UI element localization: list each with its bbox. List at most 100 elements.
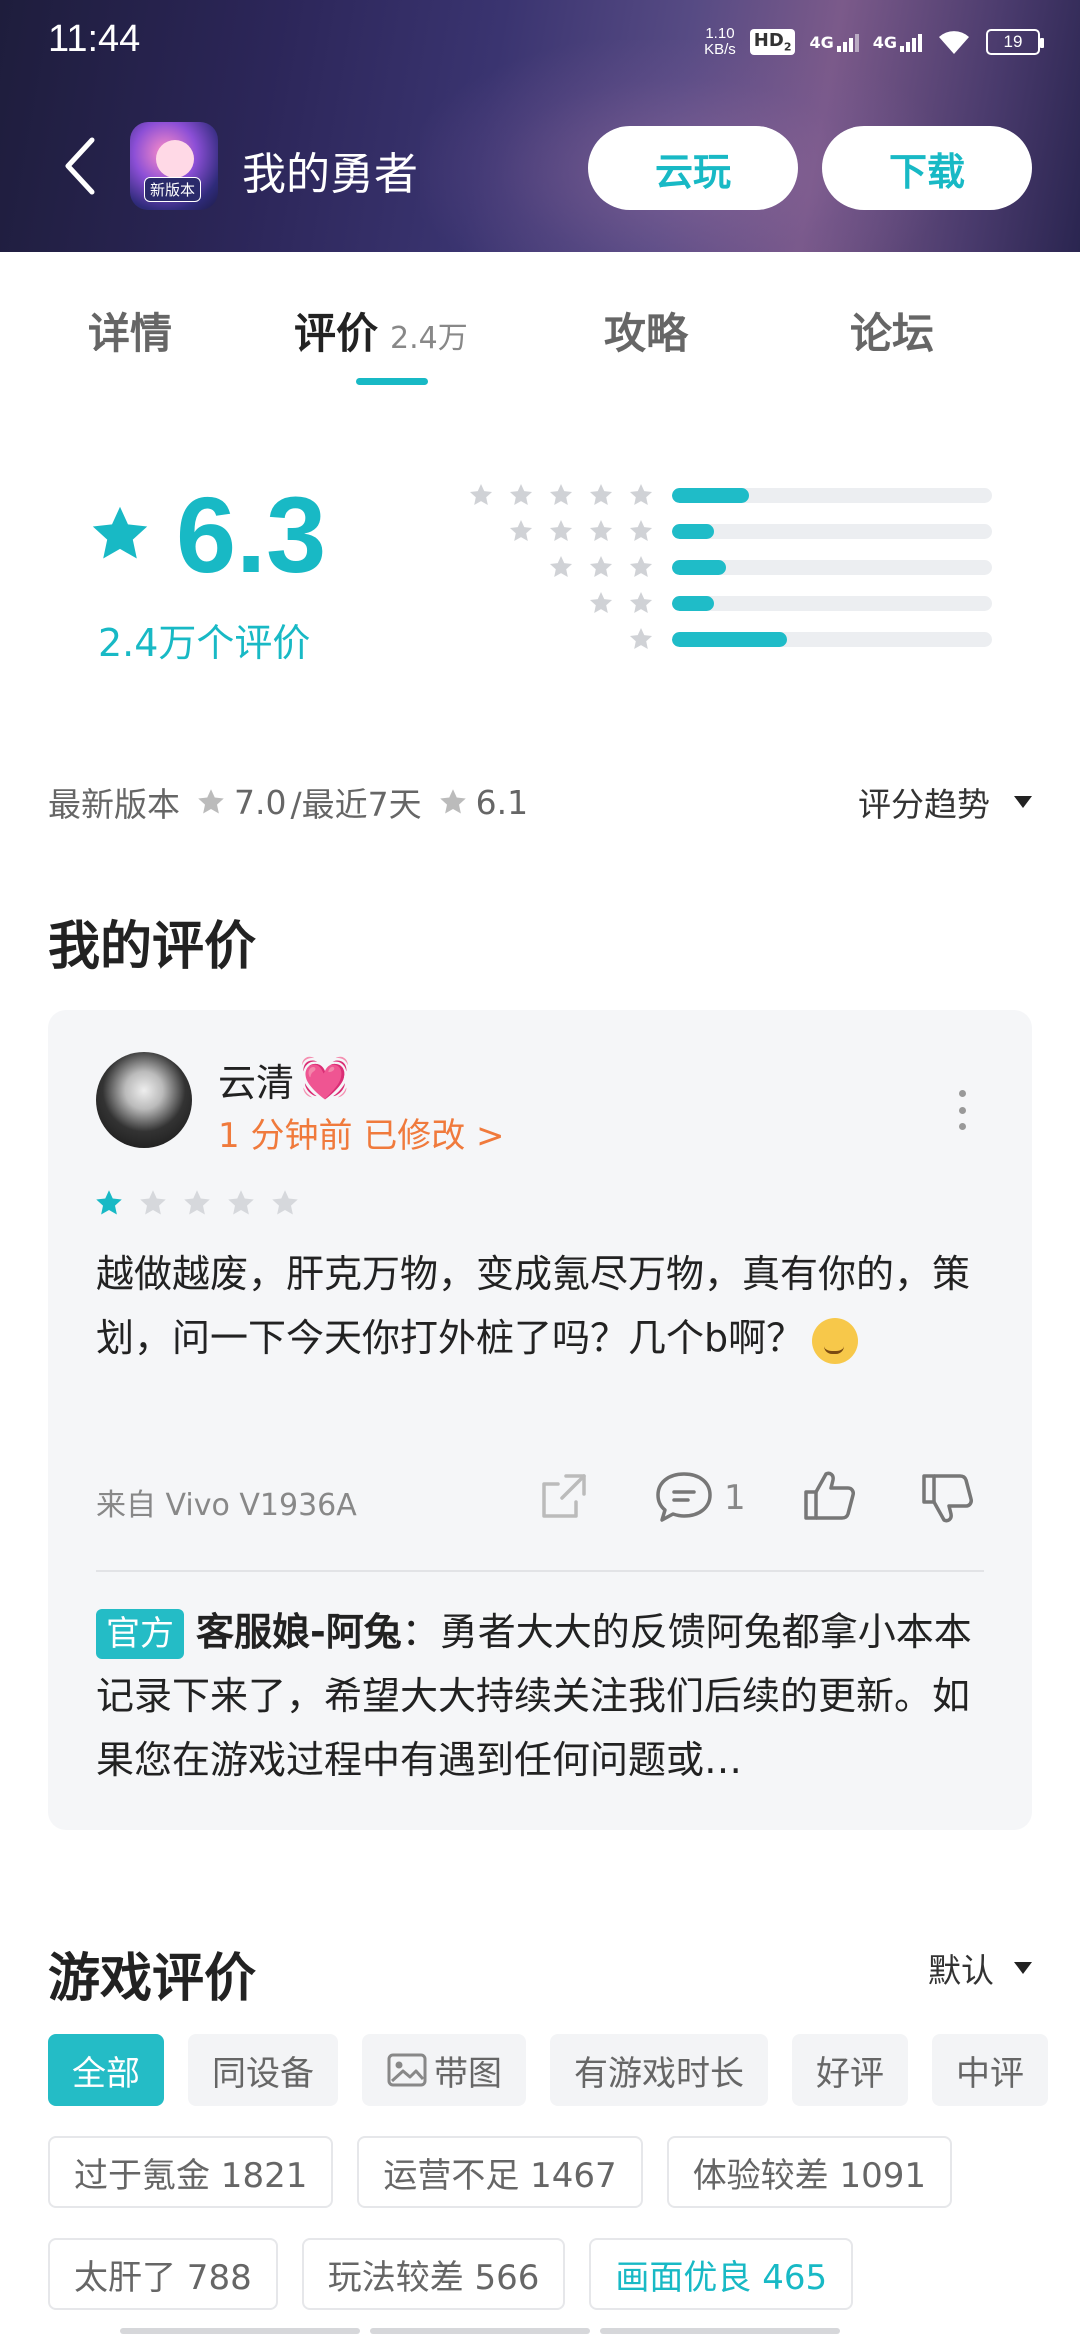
dropdown-triangle-icon	[1014, 796, 1032, 808]
distribution-bar	[672, 560, 992, 575]
star-icon	[549, 555, 573, 577]
more-options-icon[interactable]	[956, 1090, 968, 1130]
distribution-row-1	[454, 624, 994, 654]
user-name[interactable]: 云清	[218, 1052, 294, 1107]
rating-count: 2.4万个评价	[98, 621, 311, 665]
star-icon	[509, 483, 533, 505]
avatar[interactable]	[96, 1052, 192, 1148]
card-divider	[96, 1570, 984, 1572]
tab-bar: 详情 评价 2.4万 攻略 论坛	[0, 252, 1080, 402]
filter-chips: 全部 同设备 带图 有游戏时长 好评 中评	[48, 2034, 1048, 2106]
distribution-bar-fill	[672, 632, 788, 647]
cloud-play-button[interactable]: 云玩	[588, 126, 798, 210]
tag-chip[interactable]: 玩法较差 566	[301, 2238, 566, 2310]
filter-positive[interactable]: 好评	[792, 2034, 908, 2106]
version-rating-line: 最新版本 7.0 /最近7天 6.1	[48, 782, 529, 825]
distribution-bar	[672, 488, 992, 503]
distribution-stars	[508, 518, 654, 544]
scroll-indicator	[120, 2328, 960, 2336]
network-speed: 1.10 KB/s	[704, 25, 736, 58]
app-icon: 新版本	[130, 122, 218, 210]
distribution-bar-fill	[672, 488, 749, 503]
distribution-bar-fill	[672, 560, 727, 575]
share-icon[interactable]	[536, 1468, 592, 1524]
star-icon	[629, 627, 653, 649]
distribution-row-3	[454, 552, 994, 582]
star-icon	[629, 519, 653, 541]
status-icons: 1.10 KB/s HD2 4G 4G 19	[704, 20, 1044, 64]
filter-with-image[interactable]: 带图	[362, 2034, 526, 2106]
star-icon	[589, 483, 613, 505]
tag-chip[interactable]: 过于氪金 1821	[48, 2136, 334, 2208]
filter-neutral[interactable]: 中评	[932, 2034, 1048, 2106]
distribution-stars	[588, 590, 654, 616]
rating-trend-dropdown[interactable]: 评分趋势	[858, 778, 1032, 826]
star-icon	[549, 483, 573, 505]
review-text: 越做越废，肝克万物，变成氪尽万物，真有你的，策划，问一下今天你打外桩了吗？几个b…	[96, 1242, 996, 1370]
tag-chip[interactable]: 太肝了 788	[48, 2238, 278, 2310]
tab-forum[interactable]: 论坛	[850, 300, 934, 361]
sort-dropdown[interactable]: 默认	[928, 1944, 1032, 1992]
tag-chip[interactable]: 画面优良 465	[589, 2238, 854, 2310]
star-empty-icon	[140, 1190, 166, 1215]
distribution-row-2	[454, 588, 994, 618]
star-icon	[469, 483, 493, 505]
star-empty-icon	[184, 1190, 210, 1215]
filter-all[interactable]: 全部	[48, 2034, 164, 2106]
tag-chip[interactable]: 体验较差 1091	[666, 2136, 953, 2208]
star-icon	[589, 591, 613, 613]
distribution-bar	[672, 524, 992, 539]
distribution-stars	[468, 482, 654, 508]
star-icon	[198, 789, 224, 814]
distribution-stars	[628, 626, 654, 652]
reply-author: 客服娘-阿兔	[196, 1610, 402, 1654]
distribution-bar-fill	[672, 596, 714, 611]
star-icon	[589, 519, 613, 541]
dropdown-triangle-icon	[1014, 1962, 1032, 1974]
my-review-stars	[94, 1188, 300, 1218]
star-icon	[629, 555, 653, 577]
review-meta[interactable]: 1 分钟前 已修改 >	[218, 1108, 505, 1157]
app-icon-tag: 新版本	[144, 177, 202, 202]
tab-reviews-count: 2.4万	[390, 321, 468, 356]
chevron-left-icon[interactable]	[62, 136, 98, 196]
thumbs-up-icon[interactable]	[800, 1466, 858, 1524]
game-reviews-title: 游戏评价	[48, 1949, 257, 2009]
star-filled-icon	[96, 1190, 122, 1215]
tag-chip[interactable]: 运营不足 1467	[357, 2136, 643, 2208]
latest-version-score: 7.0	[234, 782, 287, 822]
my-review-card[interactable]: 云清 💓 1 分钟前 已修改 > 越做越废，肝克万物，变成氪尽万物，真有你的，策…	[48, 1010, 1032, 1830]
status-bar: 11:44 1.10 KB/s HD2 4G 4G 19	[0, 0, 1080, 84]
distribution-bar	[672, 596, 992, 611]
smirk-emoji-icon	[812, 1317, 859, 1364]
tag-chips-row-2: 太肝了 788 玩法较差 566 画面优良 465	[48, 2238, 854, 2310]
comment-count: 1	[724, 1478, 746, 1518]
star-icon	[549, 519, 573, 541]
app-title: 我的勇者	[242, 149, 418, 200]
filter-same-device[interactable]: 同设备	[188, 2034, 338, 2106]
status-time: 11:44	[48, 18, 141, 60]
app-icon-character	[156, 140, 194, 178]
tab-reviews[interactable]: 评价 2.4万	[294, 300, 468, 361]
comment-icon[interactable]	[654, 1468, 714, 1524]
distribution-row-4	[454, 516, 994, 546]
distribution-row-5	[454, 480, 994, 510]
heart-emoji: 💓	[300, 1055, 350, 1101]
signal-icon-2: 4G	[873, 33, 922, 52]
tab-details[interactable]: 详情	[88, 300, 172, 361]
download-button[interactable]: 下载	[822, 126, 1032, 210]
official-reply[interactable]: 官方 客服娘-阿兔：勇者大大的反馈阿兔都拿小本本记录下来了，希望大大持续关注我们后…	[96, 1600, 996, 1792]
my-review-title: 我的评价	[48, 917, 257, 977]
tab-active-indicator	[356, 378, 428, 385]
tag-chips-row-1: 过于氪金 1821 运营不足 1467 体验较差 1091	[48, 2136, 953, 2208]
tab-guides[interactable]: 攻略	[604, 300, 688, 361]
hd-icon: HD2	[749, 29, 796, 55]
app-header: 11:44 1.10 KB/s HD2 4G 4G 19 新版本 我的勇者 云玩…	[0, 0, 1080, 252]
battery-icon: 19	[986, 29, 1044, 55]
thumbs-down-icon[interactable]	[918, 1470, 976, 1528]
star-icon	[439, 789, 466, 814]
official-tag: 官方	[96, 1609, 184, 1659]
star-icon	[589, 555, 613, 577]
filter-playtime[interactable]: 有游戏时长	[550, 2034, 768, 2106]
rating-score: 6.3	[176, 474, 327, 595]
